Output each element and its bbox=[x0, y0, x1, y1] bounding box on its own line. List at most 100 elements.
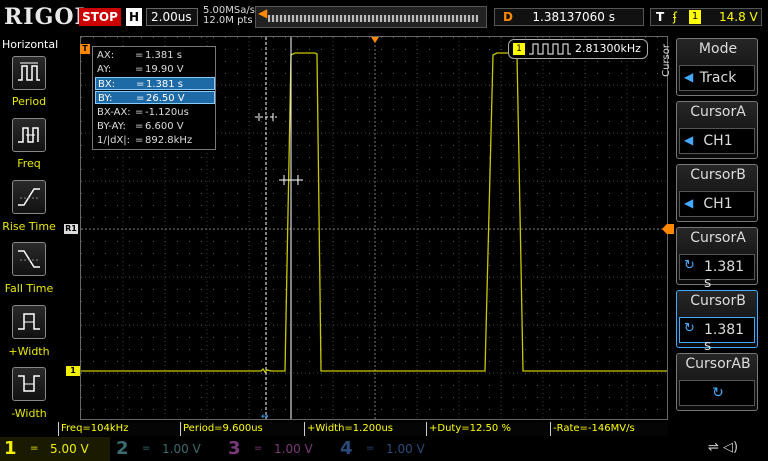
menu-title: Horizontal bbox=[2, 38, 59, 51]
channel-number: 4 bbox=[340, 438, 353, 459]
cursor-a-source-softkey[interactable]: CursorA ◀ CH1 bbox=[676, 101, 758, 159]
frequency-counter: 1 2.81300kHz bbox=[508, 39, 648, 59]
trigger-label: T bbox=[656, 10, 665, 24]
softkey-value-box: ↻ 1.381 s bbox=[679, 317, 755, 354]
timebase-label: H bbox=[126, 8, 142, 26]
cursor-b-source-softkey[interactable]: CursorB ◀ CH1 bbox=[676, 164, 758, 222]
knob-icon: ↻ bbox=[684, 321, 695, 336]
dc-coupling-icon: = bbox=[142, 443, 151, 454]
channel-3-slot[interactable]: 3 = 1.00 V bbox=[224, 437, 334, 461]
trigger-position-icon: ◀ bbox=[258, 6, 268, 20]
channel-bar: 1 = 5.00 V 2 = 1.00 V 3 = 1.00 V 4 = 1.0… bbox=[0, 437, 768, 461]
measurement-bar: Freq=104kHz Period=9.600us +Width=1.200u… bbox=[58, 422, 668, 436]
channel-scale: 5.00 V bbox=[50, 442, 89, 456]
cursor-readout-panel: AX: = 1.381 s AY: = 19.90 V BX: = 1.381 s BY: =… bbox=[92, 46, 216, 150]
delay-value: 1.38137060 s bbox=[532, 10, 615, 24]
rise-time-button[interactable] bbox=[12, 180, 46, 214]
knob-icon: ↻ bbox=[712, 385, 724, 401]
softkey-title: CursorB bbox=[690, 293, 746, 309]
readout-by: BY: = 26.50 V bbox=[95, 91, 215, 104]
readout-inverse-dx: 1/|dX|: = 892.8kHz bbox=[97, 135, 193, 146]
softkey-title: Mode bbox=[698, 41, 738, 57]
brand-logo: RIGOL bbox=[4, 4, 91, 30]
measurement-item[interactable]: +Width=1.200us bbox=[304, 422, 426, 436]
softkey-value-box: ◀ Track bbox=[679, 65, 755, 91]
sample-rate-info: 5.00MSa/s 12.0M pts bbox=[203, 6, 255, 26]
trigger-level: 14.8 V bbox=[719, 10, 758, 24]
period-button[interactable] bbox=[12, 56, 46, 90]
speaker-icon[interactable]: ◁) bbox=[723, 440, 738, 455]
square-wave-icon bbox=[529, 43, 571, 55]
softkey-title: CursorA bbox=[690, 230, 746, 246]
horizontal-measure-menu: Horizontal Period Freq Rise Time Fall Ti… bbox=[0, 36, 58, 424]
channel-number: 1 bbox=[4, 438, 17, 459]
mode-softkey[interactable]: Mode ◀ Track bbox=[676, 38, 758, 96]
freq-label: Freq bbox=[17, 157, 41, 170]
softkey-title: CursorB bbox=[690, 167, 746, 183]
fall-time-icon bbox=[18, 250, 40, 268]
neg-width-button[interactable] bbox=[12, 367, 46, 401]
rising-edge-icon: ʄ bbox=[673, 10, 678, 24]
status-icons: ⇌ ◁) bbox=[708, 440, 738, 455]
readout-delta-y: BY-AY: = 6.600 V bbox=[97, 121, 184, 132]
readout-delta-x: BX-AX: = -1.120us bbox=[97, 107, 189, 118]
measurement-item[interactable]: -Rate=-146MV/s bbox=[550, 422, 668, 436]
channel-4-slot[interactable]: 4 = 1.00 V bbox=[336, 437, 446, 461]
softkey-value: 1.381 s bbox=[704, 322, 745, 354]
delay-label: D bbox=[503, 10, 513, 24]
freq-button[interactable] bbox=[12, 118, 46, 152]
fall-time-label: Fall Time bbox=[4, 282, 54, 295]
pos-width-button[interactable] bbox=[12, 305, 46, 339]
readout-ax: AX: = 1.381 s bbox=[97, 50, 183, 61]
counter-value: 2.81300kHz bbox=[575, 42, 641, 55]
cursor-a-position-softkey[interactable]: CursorA ↻ 1.381 s bbox=[676, 227, 758, 291]
rise-time-icon bbox=[18, 188, 40, 206]
neg-width-icon bbox=[18, 375, 40, 392]
period-icon bbox=[18, 62, 40, 81]
cursor-b-position-softkey[interactable]: CursorB ↻ 1.381 s bbox=[676, 290, 758, 354]
measurement-item[interactable]: +Duty=12.50 % bbox=[426, 422, 550, 436]
softkey-value: 1.381 s bbox=[704, 259, 745, 291]
trigger-time-marker: T bbox=[80, 44, 90, 54]
memory-waveform-strip bbox=[268, 15, 478, 22]
softkey-value-box: ◀ CH1 bbox=[679, 191, 755, 217]
channel-2-slot[interactable]: 2 = 1.00 V bbox=[112, 437, 222, 461]
dc-coupling-icon: = bbox=[30, 443, 39, 454]
pos-width-icon bbox=[18, 313, 40, 330]
trigger-source: 1 bbox=[689, 10, 701, 24]
dc-coupling-icon: = bbox=[254, 443, 263, 454]
channel-scale: 1.00 V bbox=[274, 442, 313, 456]
softkey-value: CH1 bbox=[703, 196, 733, 212]
measurement-item[interactable]: Freq=104kHz bbox=[58, 422, 180, 436]
freq-icon bbox=[18, 127, 39, 143]
cursor-pair-marker: ↔ bbox=[261, 412, 269, 420]
period-label: Period bbox=[11, 95, 47, 108]
softkey-value: CH1 bbox=[703, 133, 733, 149]
softkey-value: Track bbox=[699, 70, 737, 86]
reference-marker: R1 bbox=[64, 224, 78, 234]
cursor-ab-softkey[interactable]: CursorAB ↻ bbox=[676, 353, 758, 411]
menu-vertical-title: Cursor bbox=[661, 44, 672, 77]
readout-bx: BX: = 1.381 s bbox=[95, 77, 215, 90]
measurement-item[interactable]: Period=9.600us bbox=[180, 422, 304, 436]
channel-1-slot[interactable]: 1 = 5.00 V bbox=[0, 437, 110, 461]
timebase-value[interactable]: 2.00us bbox=[146, 8, 198, 26]
readout-ay: AY: = 19.90 V bbox=[97, 64, 184, 75]
fall-time-button[interactable] bbox=[12, 242, 46, 276]
channel-scale: 1.00 V bbox=[386, 442, 425, 456]
softkey-value-box: ↻ bbox=[679, 380, 755, 406]
memory-depth: 12.0M pts bbox=[203, 15, 253, 26]
softkey-title: CursorAB bbox=[685, 356, 751, 372]
ch1-offset-marker[interactable]: 1 bbox=[66, 366, 80, 376]
channel-number: 2 bbox=[116, 438, 129, 459]
usb-icon: ⇌ bbox=[708, 440, 719, 455]
softkey-value-box: ↻ 1.381 s bbox=[679, 254, 755, 291]
pos-width-label: +Width bbox=[8, 345, 50, 358]
counter-channel: 1 bbox=[513, 43, 525, 55]
trigger-status[interactable]: T ʄ 1 14.8 V bbox=[650, 8, 762, 26]
horizontal-delay[interactable]: D 1.38137060 s bbox=[494, 8, 644, 26]
channel-scale: 1.00 V bbox=[162, 442, 201, 456]
knob-icon: ↻ bbox=[684, 258, 695, 273]
run-stop-indicator[interactable]: STOP bbox=[79, 8, 121, 26]
softkey-value-box: ◀ CH1 bbox=[679, 128, 755, 154]
